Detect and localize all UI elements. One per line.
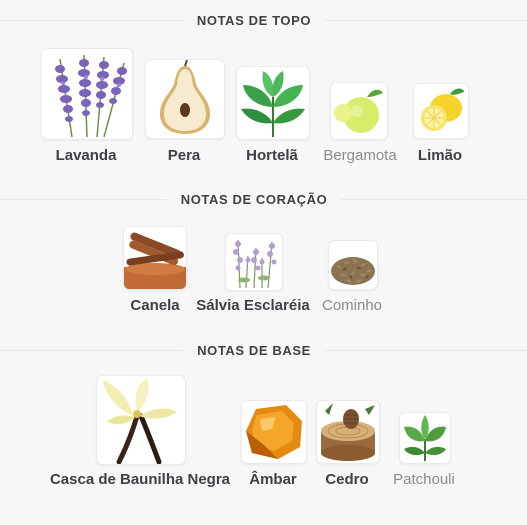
note-label-canela: Canela <box>130 297 180 314</box>
cinnamon-icon[interactable] <box>123 226 187 290</box>
note-label-ambar: Âmbar <box>249 471 297 488</box>
note-label-patchouli: Patchouli <box>393 471 455 488</box>
note-label-pera: Pera <box>167 147 201 164</box>
cedar-icon[interactable] <box>316 400 380 464</box>
note-label-salvia-esclareia: Sálvia Esclaréia <box>196 297 310 314</box>
section-title-top: NOTAS DE TOPO <box>182 13 326 28</box>
patchouli-icon[interactable] <box>399 412 451 464</box>
note-label-cominho: Cominho <box>321 297 383 314</box>
cumin-icon[interactable] <box>328 240 378 290</box>
bergamot-icon[interactable] <box>330 82 388 140</box>
vanilla-icon[interactable] <box>96 375 186 465</box>
note-label-casca-de-baunilha-negra: Casca de Baunilha Negra <box>49 471 231 488</box>
note-label-lavanda: Lavanda <box>55 147 117 164</box>
lavender-icon[interactable] <box>41 48 133 140</box>
mint-icon[interactable] <box>236 66 310 140</box>
clary-sage-icon[interactable] <box>225 233 283 291</box>
section-title-heart: NOTAS DE CORAÇÃO <box>166 192 342 207</box>
section-title-base: NOTAS DE BASE <box>183 343 325 358</box>
pear-icon[interactable] <box>145 59 225 139</box>
note-label-hortela: Hortelã <box>246 147 298 164</box>
lemon-icon[interactable] <box>413 83 469 139</box>
note-label-bergamota: Bergamota <box>323 147 397 164</box>
amber-icon[interactable] <box>241 400 307 464</box>
note-label-limao: Limão <box>417 147 463 164</box>
note-label-cedro: Cedro <box>325 471 369 488</box>
